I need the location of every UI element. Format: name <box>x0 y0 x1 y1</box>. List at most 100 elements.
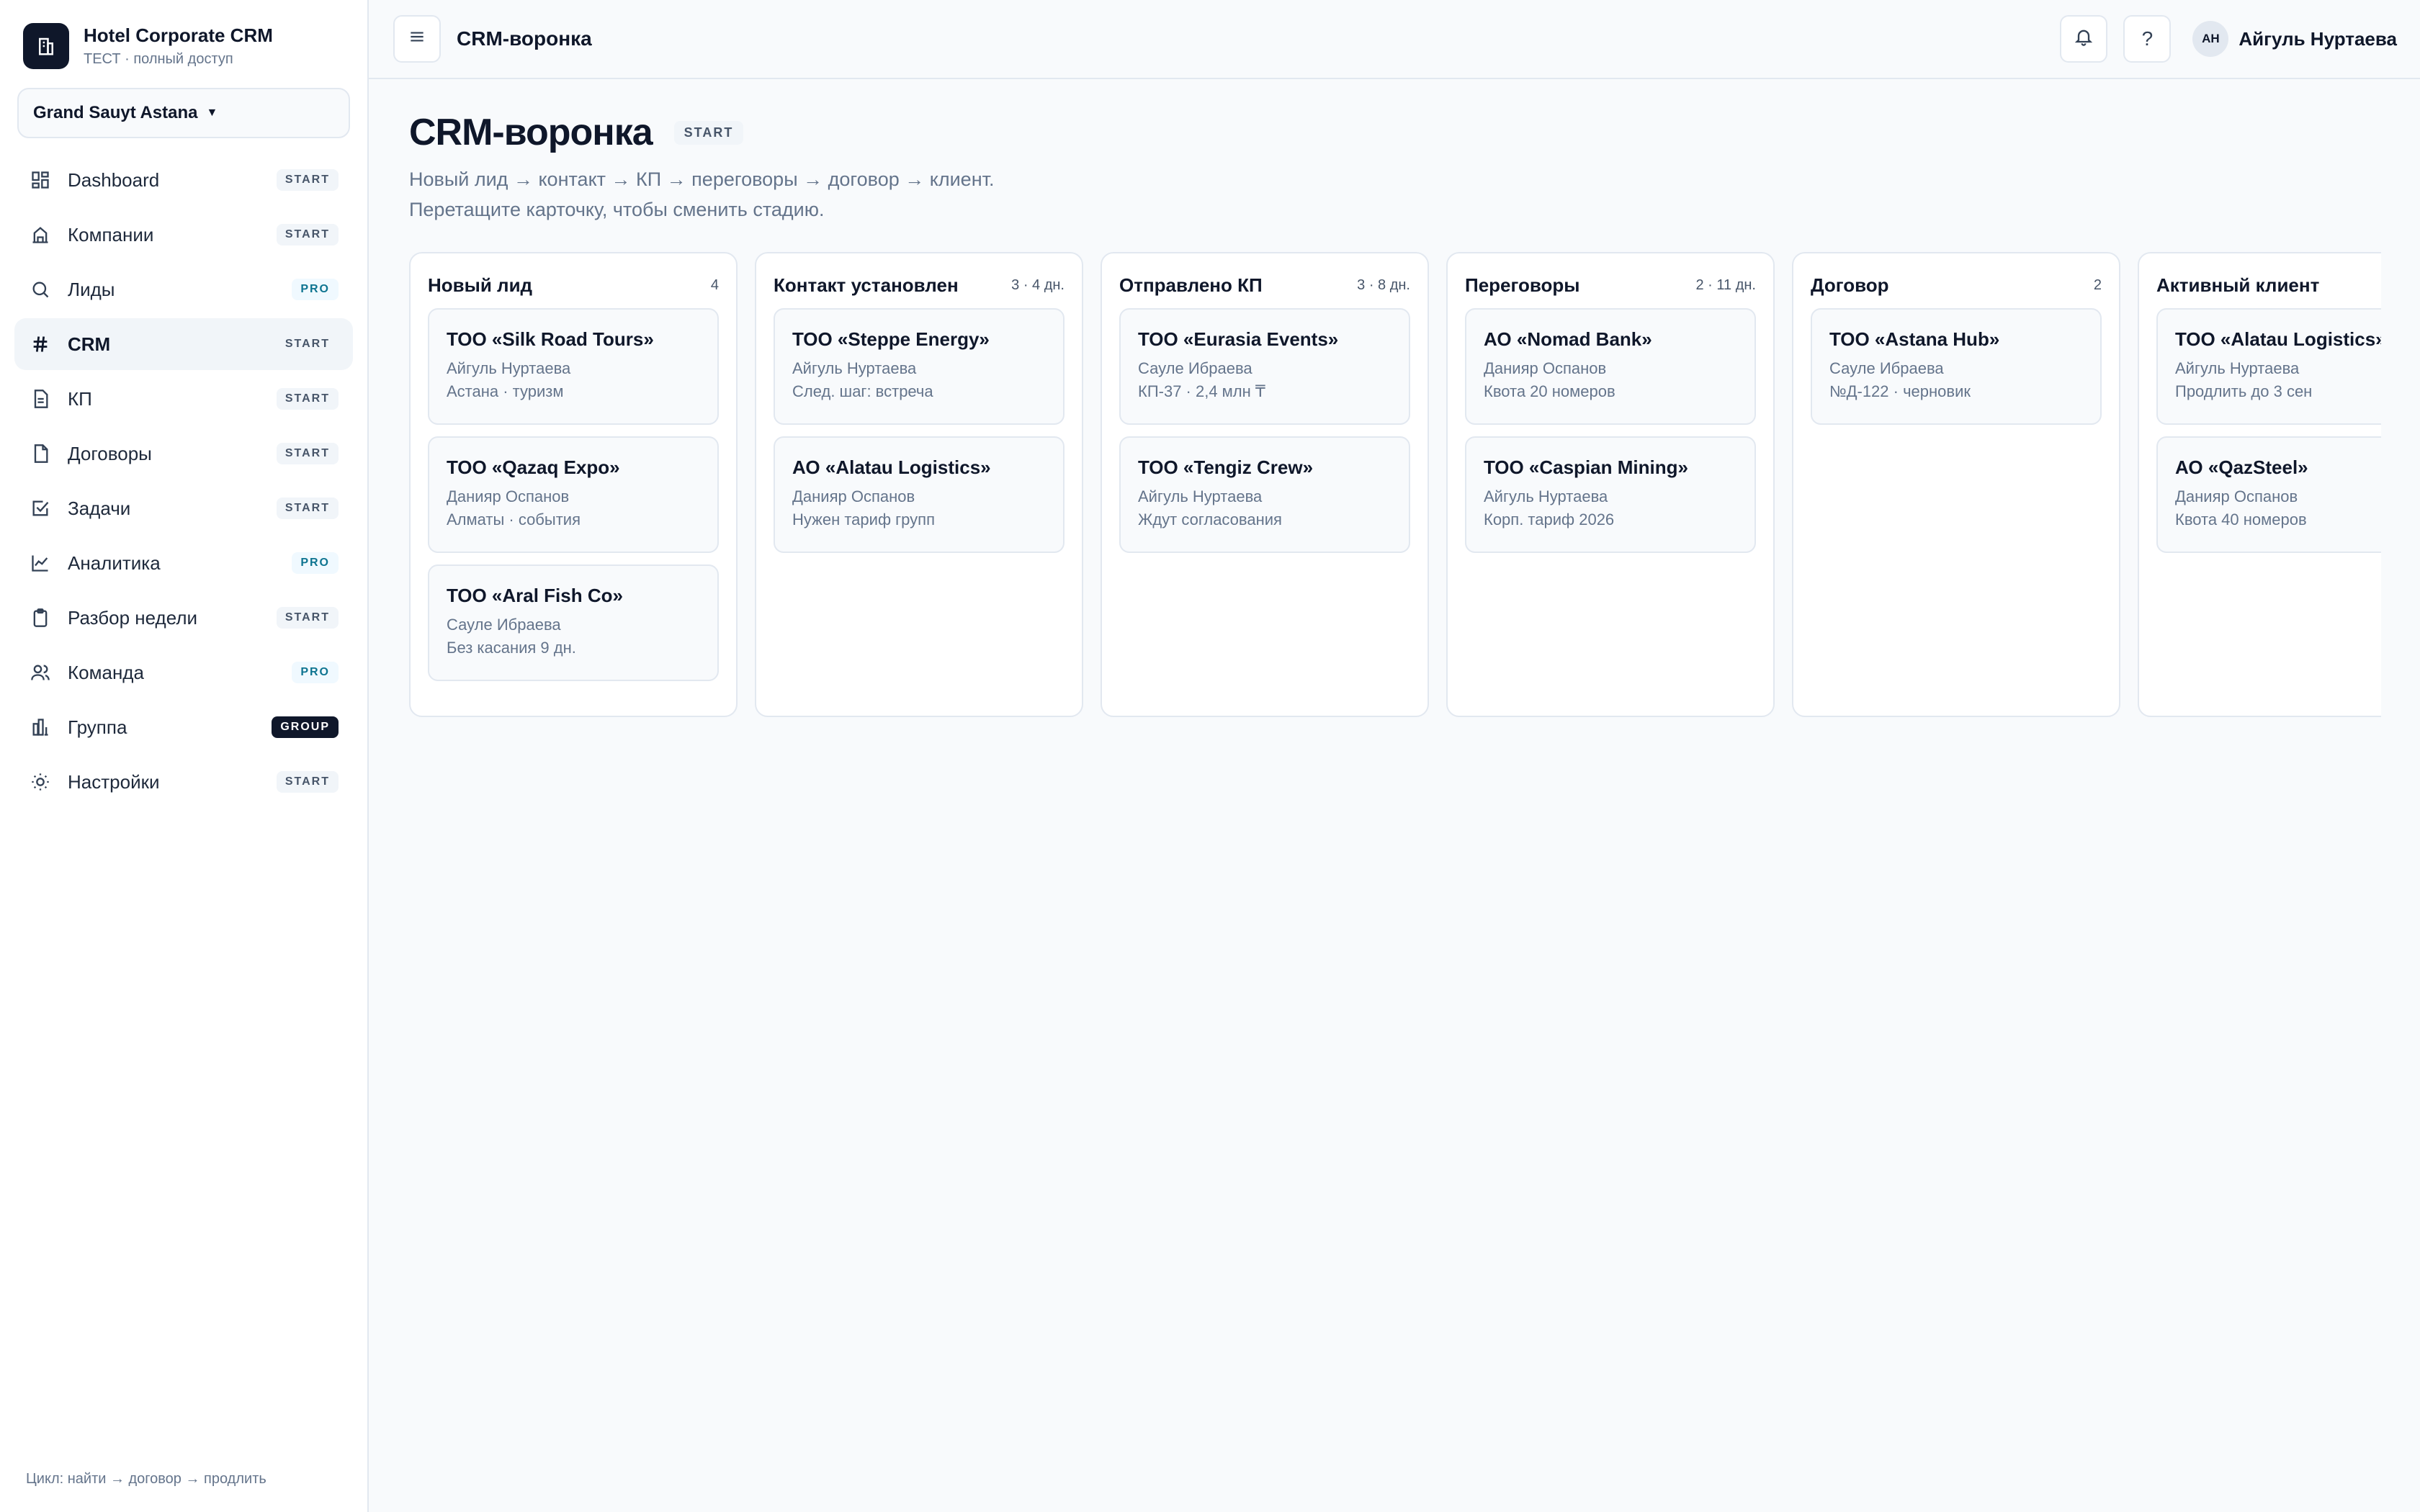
sidebar-item-contracts[interactable]: Договоры START <box>14 428 353 480</box>
sidebar-item-label: КП <box>68 387 92 410</box>
plan-badge: START <box>276 498 339 519</box>
column-title: Договор <box>1811 274 1889 296</box>
sun-icon <box>29 770 52 793</box>
deal-card[interactable]: ТОО «Silk Road Tours» Айгуль Нуртаева Ас… <box>428 308 719 425</box>
user-name: Айгуль Нуртаева <box>2238 27 2397 50</box>
card-title: АО «QazSteel» <box>2175 456 2308 478</box>
plan-badge: START <box>276 333 339 355</box>
card-owner: Айгуль Нуртаева <box>792 359 917 377</box>
deal-card[interactable]: ТОО «Tengiz Crew» Айгуль Нуртаева Ждут с… <box>1119 436 1410 553</box>
help-button[interactable]: ? <box>2123 15 2172 63</box>
sidebar-item-weekly-review[interactable]: Разбор недели START <box>14 592 353 644</box>
deal-card[interactable]: ТОО «Astana Hub» Сауле Ибраева №Д-122 · … <box>1811 308 2102 425</box>
plan-badge: PRO <box>292 279 339 300</box>
sidebar-item-dashboard[interactable]: Dashboard START <box>14 154 353 206</box>
card-note: Алматы · события <box>447 510 581 528</box>
card-note: Квота 40 номеров <box>2175 510 2307 528</box>
bell-icon <box>2074 27 2094 52</box>
hotel-selector[interactable]: Grand Sauyt Astana ▼ <box>17 88 350 138</box>
card-note: Корп. тариф 2026 <box>1484 510 1615 528</box>
column-count: 2 · 11 дн. <box>1695 276 1757 293</box>
card-note: Астана · туризм <box>447 382 564 400</box>
user-menu[interactable]: АН Айгуль Нуртаева <box>2192 21 2397 57</box>
card-note: КП-37 · 2,4 млн ₸ <box>1138 382 1265 400</box>
building-icon <box>29 223 52 246</box>
sidebar-item-kp[interactable]: КП START <box>14 373 353 425</box>
sidebar-item-label: Группа <box>68 716 127 738</box>
sidebar-item-group[interactable]: Группа GROUP <box>14 701 353 753</box>
deal-card[interactable]: ТОО «Aral Fish Co» Сауле Ибраева Без кас… <box>428 564 719 681</box>
column-count: 2 <box>2093 276 2102 293</box>
plan-badge: GROUP <box>272 716 339 738</box>
page-content: CRM-воронка START Новый лид → контакт → … <box>369 79 2420 717</box>
sidebar-item-label: Договоры <box>68 442 152 464</box>
deal-card[interactable]: АО «Alatau Logistics» Данияр Оспанов Нуж… <box>774 436 1065 553</box>
deal-card[interactable]: ТОО «Alatau Logistics» Айгуль Нуртаева П… <box>2156 308 2381 425</box>
stage-column-contact: Контакт установлен 3 · 4 дн. ТОО «Steppe… <box>755 252 1083 717</box>
page-description: Новый лид → контакт → КП → переговоры → … <box>409 164 2381 225</box>
card-owner: Айгуль Нуртаева <box>1484 487 1608 505</box>
card-note: Продлить до 3 сен <box>2175 382 2313 400</box>
card-owner: Данияр Оспанов <box>792 487 915 505</box>
check-square-icon <box>29 497 52 520</box>
plan-badge: PRO <box>292 552 339 574</box>
card-title: ТОО «Qazaq Expo» <box>447 456 620 478</box>
plan-badge: START <box>276 224 339 246</box>
notifications-button[interactable] <box>2060 15 2108 63</box>
sidebar-item-label: Задачи <box>68 497 131 519</box>
bar-chart-icon <box>29 716 52 739</box>
deal-card[interactable]: АО «QazSteel» Данияр Оспанов Квота 40 но… <box>2156 436 2381 553</box>
card-title: ТОО «Steppe Energy» <box>792 328 990 350</box>
topbar: CRM-воронка ? АН Айгуль Нуртаева <box>369 0 2420 79</box>
card-note: Ждут согласования <box>1138 510 1282 528</box>
menu-button[interactable] <box>393 15 441 63</box>
stage-column-new-lead: Новый лид 4 ТОО «Silk Road Tours» Айгуль… <box>409 252 738 717</box>
deal-card[interactable]: ТОО «Caspian Mining» Айгуль Нуртаева Кор… <box>1465 436 1756 553</box>
sidebar-item-tasks[interactable]: Задачи START <box>14 482 353 534</box>
card-owner: Данияр Оспанов <box>1484 359 1607 377</box>
column-count: 3 · 4 дн. <box>1011 276 1065 293</box>
page-title: CRM-воронка <box>409 112 653 153</box>
sidebar: Hotel Corporate CRM ТЕСТ · полный доступ… <box>0 0 369 1512</box>
topbar-title: CRM-воронка <box>457 27 592 50</box>
sidebar-item-team[interactable]: Команда PRO <box>14 647 353 698</box>
sidebar-item-label: CRM <box>68 333 111 355</box>
sidebar-item-settings[interactable]: Настройки START <box>14 756 353 808</box>
sidebar-item-label: Разбор недели <box>68 606 198 629</box>
card-owner: Сауле Ибраева <box>1138 359 1252 377</box>
main-area: CRM-воронка ? АН Айгуль Нуртаева CRM-вор… <box>369 0 2420 1512</box>
column-title: Отправлено КП <box>1119 274 1263 296</box>
card-owner: Айгуль Нуртаева <box>447 359 571 377</box>
sidebar-item-leads[interactable]: Лиды PRO <box>14 264 353 315</box>
card-note: №Д-122 · черновик <box>1829 382 1971 400</box>
deal-card[interactable]: АО «Nomad Bank» Данияр Оспанов Квота 20 … <box>1465 308 1756 425</box>
deal-card[interactable]: ТОО «Steppe Energy» Айгуль Нуртаева След… <box>774 308 1065 425</box>
stage-column-negotiation: Переговоры 2 · 11 дн. АО «Nomad Bank» Да… <box>1446 252 1775 717</box>
brand[interactable]: Hotel Corporate CRM ТЕСТ · полный доступ <box>0 0 367 69</box>
sidebar-item-analytics[interactable]: Аналитика PRO <box>14 537 353 589</box>
sidebar-item-crm[interactable]: CRM START <box>14 318 353 370</box>
card-owner: Данияр Оспанов <box>447 487 570 505</box>
plan-badge: START <box>276 169 339 191</box>
sidebar-nav: Dashboard START Компании START Лиды PRO <box>0 154 367 808</box>
plan-badge: START <box>276 771 339 793</box>
description-line: Перетащите карточку, чтобы сменить стади… <box>409 199 825 220</box>
card-title: ТОО «Astana Hub» <box>1829 328 2000 350</box>
card-note: След. шаг: встреча <box>792 382 933 400</box>
deal-card[interactable]: ТОО «Eurasia Events» Сауле Ибраева КП-37… <box>1119 308 1410 425</box>
column-title: Новый лид <box>428 274 533 296</box>
plan-badge: PRO <box>292 662 339 683</box>
sidebar-item-label: Аналитика <box>68 552 161 574</box>
deal-card[interactable]: ТОО «Qazaq Expo» Данияр Оспанов Алматы ·… <box>428 436 719 553</box>
stage-column-proposal-sent: Отправлено КП 3 · 8 дн. ТОО «Eurasia Eve… <box>1101 252 1429 717</box>
plan-badge: START <box>276 443 339 464</box>
grid-icon <box>29 168 52 192</box>
users-icon <box>29 661 52 684</box>
search-icon <box>29 278 52 301</box>
plan-badge: START <box>276 388 339 410</box>
column-title: Контакт установлен <box>774 274 959 296</box>
sidebar-item-companies[interactable]: Компании START <box>14 209 353 261</box>
sidebar-item-label: Команда <box>68 661 144 683</box>
card-title: АО «Alatau Logistics» <box>792 456 991 478</box>
card-title: АО «Nomad Bank» <box>1484 328 1652 350</box>
